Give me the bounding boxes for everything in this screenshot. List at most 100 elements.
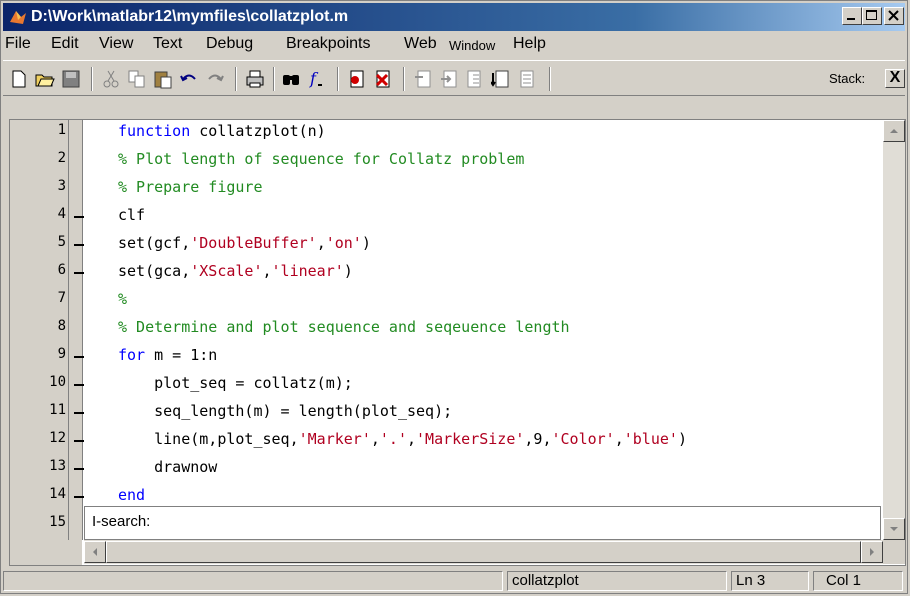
- close-button[interactable]: [884, 7, 904, 25]
- toolbar-separator: [337, 67, 339, 91]
- line-number: 11: [49, 402, 66, 418]
- menu-window[interactable]: Window: [449, 38, 495, 53]
- clear-breakpoints-icon[interactable]: [373, 69, 393, 89]
- code-line[interactable]: % Plot length of sequence for Collatz pr…: [118, 150, 524, 168]
- menu-help[interactable]: Help: [513, 35, 546, 53]
- step-icon[interactable]: [413, 69, 433, 89]
- menu-text[interactable]: Text: [153, 35, 182, 53]
- code-line[interactable]: % Determine and plot sequence and seqeue…: [118, 318, 570, 336]
- line-number: 4: [57, 206, 66, 222]
- redo-icon[interactable]: [205, 69, 225, 89]
- toolbar-separator: [273, 67, 275, 91]
- breakpoint-column[interactable]: [70, 120, 83, 540]
- code-token: function: [118, 122, 191, 140]
- step-out-icon[interactable]: [465, 69, 485, 89]
- code-line[interactable]: line(m,plot_seq,'Marker','.','MarkerSize…: [118, 430, 687, 448]
- matlab-app-icon: [10, 11, 26, 24]
- exit-debug-icon[interactable]: [517, 69, 537, 89]
- title-bar[interactable]: D:\Work\matlabr12\mymfiles\collatzplot.m: [3, 3, 905, 31]
- code-line[interactable]: set(gcf,'DoubleBuffer','on'): [118, 234, 371, 252]
- line-number: 1: [57, 122, 66, 138]
- continue-icon[interactable]: [491, 69, 511, 89]
- code-line[interactable]: seq_length(m) = length(plot_seq);: [118, 402, 452, 420]
- executable-line-marker[interactable]: [74, 216, 84, 218]
- menu-breakpoints[interactable]: Breakpoints: [286, 35, 371, 53]
- code-token: collatzplot(n): [190, 122, 326, 140]
- code-line[interactable]: for m = 1:n: [118, 346, 217, 364]
- code-line[interactable]: set(gca,'XScale','linear'): [118, 262, 353, 280]
- executable-line-marker[interactable]: [74, 468, 84, 470]
- toolbar-separator: [235, 67, 237, 91]
- svg-text:f: f: [309, 69, 319, 88]
- code-line[interactable]: % Prepare figure: [118, 178, 263, 196]
- line-numbers: 1 2 3 4 5 6 7 8 9 10 11 12 13 14 15: [10, 120, 69, 540]
- scroll-down-button[interactable]: [883, 518, 905, 540]
- executable-line-marker[interactable]: [74, 412, 84, 414]
- status-column: Col 1: [813, 571, 903, 591]
- line-number: 13: [49, 458, 66, 474]
- toolbar: f Stack: X: [3, 60, 905, 96]
- code-line[interactable]: end: [118, 486, 145, 504]
- executable-line-marker[interactable]: [74, 244, 84, 246]
- minimize-icon: [847, 18, 855, 20]
- stack-close-button[interactable]: X: [885, 69, 905, 88]
- code-token: 'XScale': [190, 262, 263, 280]
- set-breakpoint-icon[interactable]: [347, 69, 367, 89]
- minimize-button[interactable]: [842, 7, 862, 25]
- executable-line-marker[interactable]: [74, 440, 84, 442]
- code-token: ,: [316, 234, 326, 252]
- undo-icon[interactable]: [179, 69, 199, 89]
- arrow-up-icon: [890, 129, 898, 133]
- scroll-thumb[interactable]: [106, 541, 861, 563]
- scroll-up-button[interactable]: [883, 120, 905, 142]
- code-token: set(gcf,: [118, 234, 191, 252]
- paste-icon[interactable]: [153, 69, 173, 89]
- executable-line-marker[interactable]: [74, 356, 84, 358]
- scroll-left-button[interactable]: [84, 541, 106, 563]
- code-line[interactable]: plot_seq = collatz(m);: [118, 374, 353, 392]
- maximize-button[interactable]: [862, 7, 882, 25]
- code-line[interactable]: drawnow: [118, 458, 217, 476]
- executable-line-marker[interactable]: [74, 496, 84, 498]
- find-icon[interactable]: [281, 69, 301, 89]
- toolbar-separator: [91, 67, 93, 91]
- copy-icon[interactable]: [127, 69, 147, 89]
- menu-edit[interactable]: Edit: [51, 35, 79, 53]
- new-file-icon[interactable]: [9, 69, 29, 89]
- code-editor[interactable]: 1 2 3 4 5 6 7 8 9 10 11 12 13 14 15 function collatzpl…: [9, 119, 906, 566]
- scroll-right-button[interactable]: [861, 541, 883, 563]
- code-line[interactable]: clf: [118, 206, 145, 224]
- executable-line-marker[interactable]: [74, 384, 84, 386]
- open-folder-icon[interactable]: [35, 69, 55, 89]
- executable-line-marker[interactable]: [74, 272, 84, 274]
- isearch-field[interactable]: I-search:: [84, 506, 881, 540]
- code-token: 'blue': [623, 430, 678, 448]
- vertical-scrollbar[interactable]: [883, 120, 905, 540]
- code-token: ): [361, 234, 371, 252]
- step-in-icon[interactable]: [439, 69, 459, 89]
- code-token: % Prepare figure: [118, 178, 263, 196]
- menu-file[interactable]: File: [5, 35, 31, 53]
- code-token: '.': [379, 430, 407, 448]
- code-token: drawnow: [118, 458, 218, 476]
- save-icon[interactable]: [61, 69, 81, 89]
- code-line[interactable]: %: [118, 290, 127, 308]
- menu-web[interactable]: Web: [404, 35, 437, 53]
- horizontal-scrollbar[interactable]: [84, 540, 883, 564]
- line-number-gutter: 1 2 3 4 5 6 7 8 9 10 11 12 13 14 15: [10, 120, 84, 565]
- print-icon[interactable]: [245, 69, 265, 89]
- menu-debug[interactable]: Debug: [206, 35, 253, 53]
- code-token: %: [118, 290, 128, 308]
- menu-view[interactable]: View: [99, 35, 133, 53]
- cut-icon[interactable]: [101, 69, 121, 89]
- scroll-corner: [883, 540, 905, 564]
- code-token: ,: [262, 262, 272, 280]
- line-number: 15: [49, 514, 66, 530]
- code-line[interactable]: function collatzplot(n): [118, 122, 326, 140]
- maximize-icon: [866, 10, 877, 20]
- function-icon[interactable]: f: [307, 69, 327, 89]
- code-token: 'DoubleBuffer': [190, 234, 317, 252]
- arrow-right-icon: [870, 548, 874, 556]
- code-token: ,9,: [524, 430, 552, 448]
- code-token: 'Marker': [298, 430, 371, 448]
